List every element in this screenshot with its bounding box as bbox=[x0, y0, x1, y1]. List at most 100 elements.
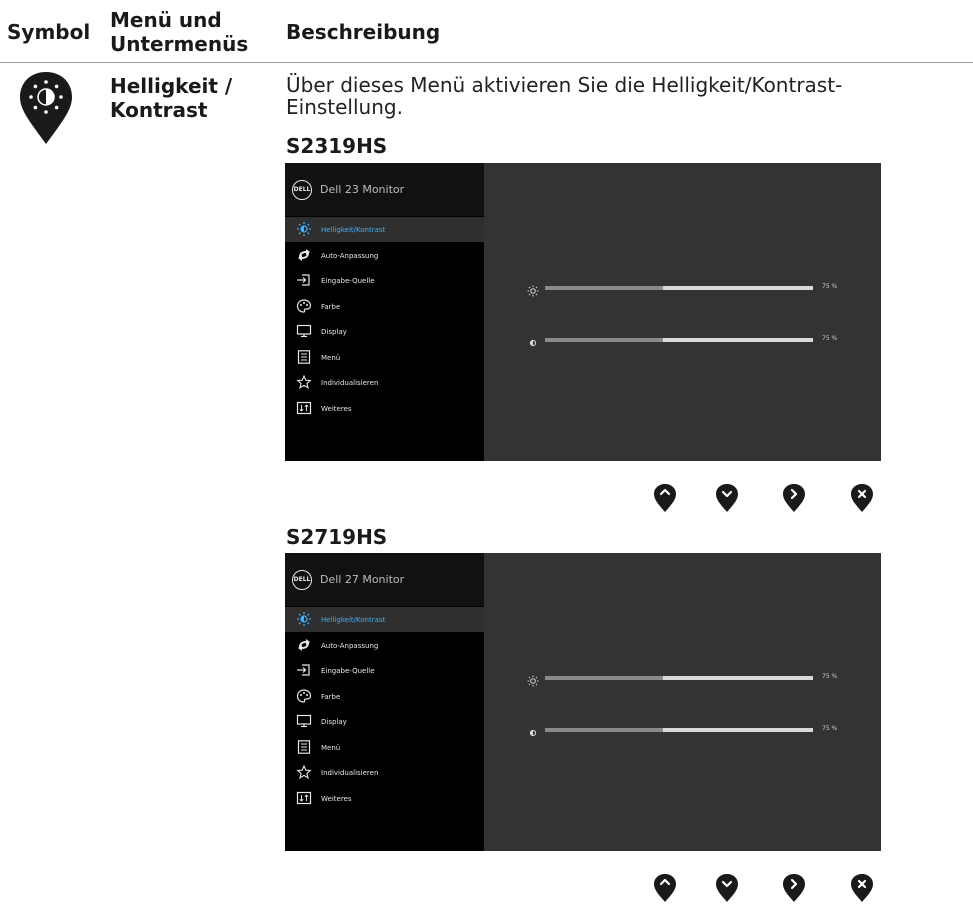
contrast-icon bbox=[527, 334, 539, 347]
osd-menu-item[interactable]: Menü bbox=[285, 345, 484, 370]
brightness-slider[interactable]: 75 % bbox=[484, 671, 881, 687]
header-menu-line1: Menü und bbox=[110, 8, 222, 32]
monitor-title: Dell 23 Monitor bbox=[320, 183, 405, 196]
slider-track[interactable] bbox=[545, 676, 813, 680]
menu-icon bbox=[296, 349, 312, 364]
slider-fill bbox=[545, 676, 663, 680]
sun-icon bbox=[527, 672, 539, 687]
down-button-icon[interactable] bbox=[715, 873, 739, 903]
monitor-title: Dell 27 Monitor bbox=[320, 573, 405, 586]
osd-menu-item[interactable]: Farbe bbox=[285, 294, 484, 319]
osd-menu-item-label: Helligkeit/Kontrast bbox=[321, 616, 386, 624]
osd-menu-item-label: Farbe bbox=[321, 302, 341, 311]
up-button-icon[interactable] bbox=[653, 483, 677, 513]
slider-track[interactable] bbox=[545, 286, 813, 290]
osd-menu-item-label: Weiteres bbox=[321, 794, 352, 803]
item-name-line2: Kontrast bbox=[110, 98, 208, 122]
osd-menu-item[interactable]: Individualisieren bbox=[285, 760, 484, 785]
display-icon bbox=[296, 324, 312, 338]
slider-value: 75 % bbox=[822, 673, 838, 680]
osd-menu-item-label: Farbe bbox=[321, 692, 341, 701]
osd-menu-item[interactable]: Farbe bbox=[285, 684, 484, 709]
osd-menu-item-label: Auto-Anpassung bbox=[321, 641, 379, 650]
osd-menu-item[interactable]: Display bbox=[285, 709, 484, 734]
right-button-icon[interactable] bbox=[782, 873, 806, 903]
sun-icon bbox=[527, 282, 539, 297]
osd-menu-item-label: Individualisieren bbox=[321, 769, 379, 777]
osd-titlebar: DELL Dell 23 Monitor bbox=[285, 163, 484, 216]
osd-menu-item[interactable]: Weiteres bbox=[285, 786, 484, 811]
display-icon bbox=[296, 714, 312, 728]
osd-menu-item-label: Display bbox=[321, 718, 347, 726]
header-divider bbox=[0, 62, 973, 63]
slider-value: 75 % bbox=[822, 335, 838, 342]
slider-fill bbox=[545, 728, 663, 732]
osd-titlebar: DELL Dell 27 Monitor bbox=[285, 553, 484, 606]
star-icon bbox=[296, 764, 312, 779]
osd-menu-item-label: Display bbox=[321, 328, 347, 336]
contrast-slider[interactable]: 75 % bbox=[484, 333, 881, 347]
osd-menu-item[interactable]: Display bbox=[285, 319, 484, 344]
input-source-icon bbox=[296, 663, 312, 677]
auto-adjust-icon bbox=[296, 638, 312, 652]
osd-menu-item[interactable]: Auto-Anpassung bbox=[285, 633, 484, 658]
down-button-icon[interactable] bbox=[715, 483, 739, 513]
brightness-icon bbox=[296, 222, 312, 236]
slider-track[interactable] bbox=[545, 728, 813, 732]
osd-screenshot-s2319hs: DELL Dell 23 Monitor Helligkeit/Kontrast Au… bbox=[285, 163, 881, 461]
osd-menu-panel: DELL Dell 23 Monitor Helligkeit/Kontrast Au… bbox=[285, 163, 484, 461]
star-icon bbox=[296, 374, 312, 389]
osd-menu-item[interactable]: Menü bbox=[285, 735, 484, 760]
osd-menu-item[interactable]: Individualisieren bbox=[285, 370, 484, 395]
osd-menu-item[interactable]: Auto-Anpassung bbox=[285, 243, 484, 268]
auto-adjust-icon bbox=[296, 248, 312, 262]
dell-logo: DELL bbox=[292, 570, 312, 590]
osd-menu-item-label: Helligkeit/Kontrast bbox=[321, 226, 386, 234]
osd-menu-item-label: Eingabe-Quelle bbox=[321, 667, 375, 675]
osd-menu-item[interactable]: Weiteres bbox=[285, 396, 484, 421]
contrast-slider[interactable]: 75 % bbox=[484, 723, 881, 737]
model-title-s2319hs: S2319HS bbox=[286, 134, 388, 158]
menu-item-name: Helligkeit / Kontrast bbox=[110, 74, 232, 122]
osd-menu-item-label: Eingabe-Quelle bbox=[321, 277, 375, 285]
color-palette-icon bbox=[296, 688, 312, 703]
osd-menu-item-label: Individualisieren bbox=[321, 379, 379, 387]
model-title-s2719hs: S2719HS bbox=[286, 525, 388, 549]
header-menu: Menü und Untermenüs bbox=[110, 8, 248, 56]
others-icon bbox=[296, 791, 312, 805]
menu-icon bbox=[296, 739, 312, 754]
osd-settings-panel: 75 % 75 % bbox=[484, 553, 881, 851]
osd-menu-item[interactable]: Helligkeit/Kontrast bbox=[285, 607, 484, 632]
slider-fill bbox=[545, 338, 663, 342]
osd-screenshot-s2719hs: DELL Dell 27 Monitor Helligkeit/Kontrast Au… bbox=[285, 553, 881, 851]
table-header: Symbol Menü und Untermenüs Beschreibung bbox=[0, 0, 973, 62]
slider-fill bbox=[545, 286, 663, 290]
right-button-icon[interactable] bbox=[782, 483, 806, 513]
osd-menu-item-label: Auto-Anpassung bbox=[321, 251, 379, 260]
item-description: Über dieses Menü aktivieren Sie die Hell… bbox=[286, 73, 843, 119]
osd-menu-item-label: Weiteres bbox=[321, 404, 352, 413]
header-menu-line2: Untermenüs bbox=[110, 32, 249, 56]
slider-track[interactable] bbox=[545, 338, 813, 342]
color-palette-icon bbox=[296, 298, 312, 313]
nav-buttons-s2719hs bbox=[630, 873, 890, 903]
slider-value: 75 % bbox=[822, 283, 838, 290]
osd-menu-item[interactable]: Helligkeit/Kontrast bbox=[285, 217, 484, 242]
nav-buttons-s2319hs bbox=[630, 483, 890, 513]
osd-menu-item-label: Menü bbox=[321, 353, 341, 362]
item-name-line1: Helligkeit / bbox=[110, 74, 233, 98]
osd-menu-panel: DELL Dell 27 Monitor Helligkeit/Kontrast Au… bbox=[285, 553, 484, 851]
brightness-slider[interactable]: 75 % bbox=[484, 281, 881, 297]
osd-menu-item-label: Menü bbox=[321, 743, 341, 752]
brightness-icon bbox=[296, 612, 312, 626]
close-button-icon[interactable] bbox=[850, 873, 874, 903]
contrast-icon bbox=[527, 724, 539, 737]
dell-logo: DELL bbox=[292, 180, 312, 200]
close-button-icon[interactable] bbox=[850, 483, 874, 513]
up-button-icon[interactable] bbox=[653, 873, 677, 903]
osd-menu-item[interactable]: Eingabe-Quelle bbox=[285, 658, 484, 683]
osd-settings-panel: 75 % 75 % bbox=[484, 163, 881, 461]
header-description: Beschreibung bbox=[286, 20, 441, 44]
osd-menu-item[interactable]: Eingabe-Quelle bbox=[285, 268, 484, 293]
header-symbol: Symbol bbox=[7, 20, 91, 44]
